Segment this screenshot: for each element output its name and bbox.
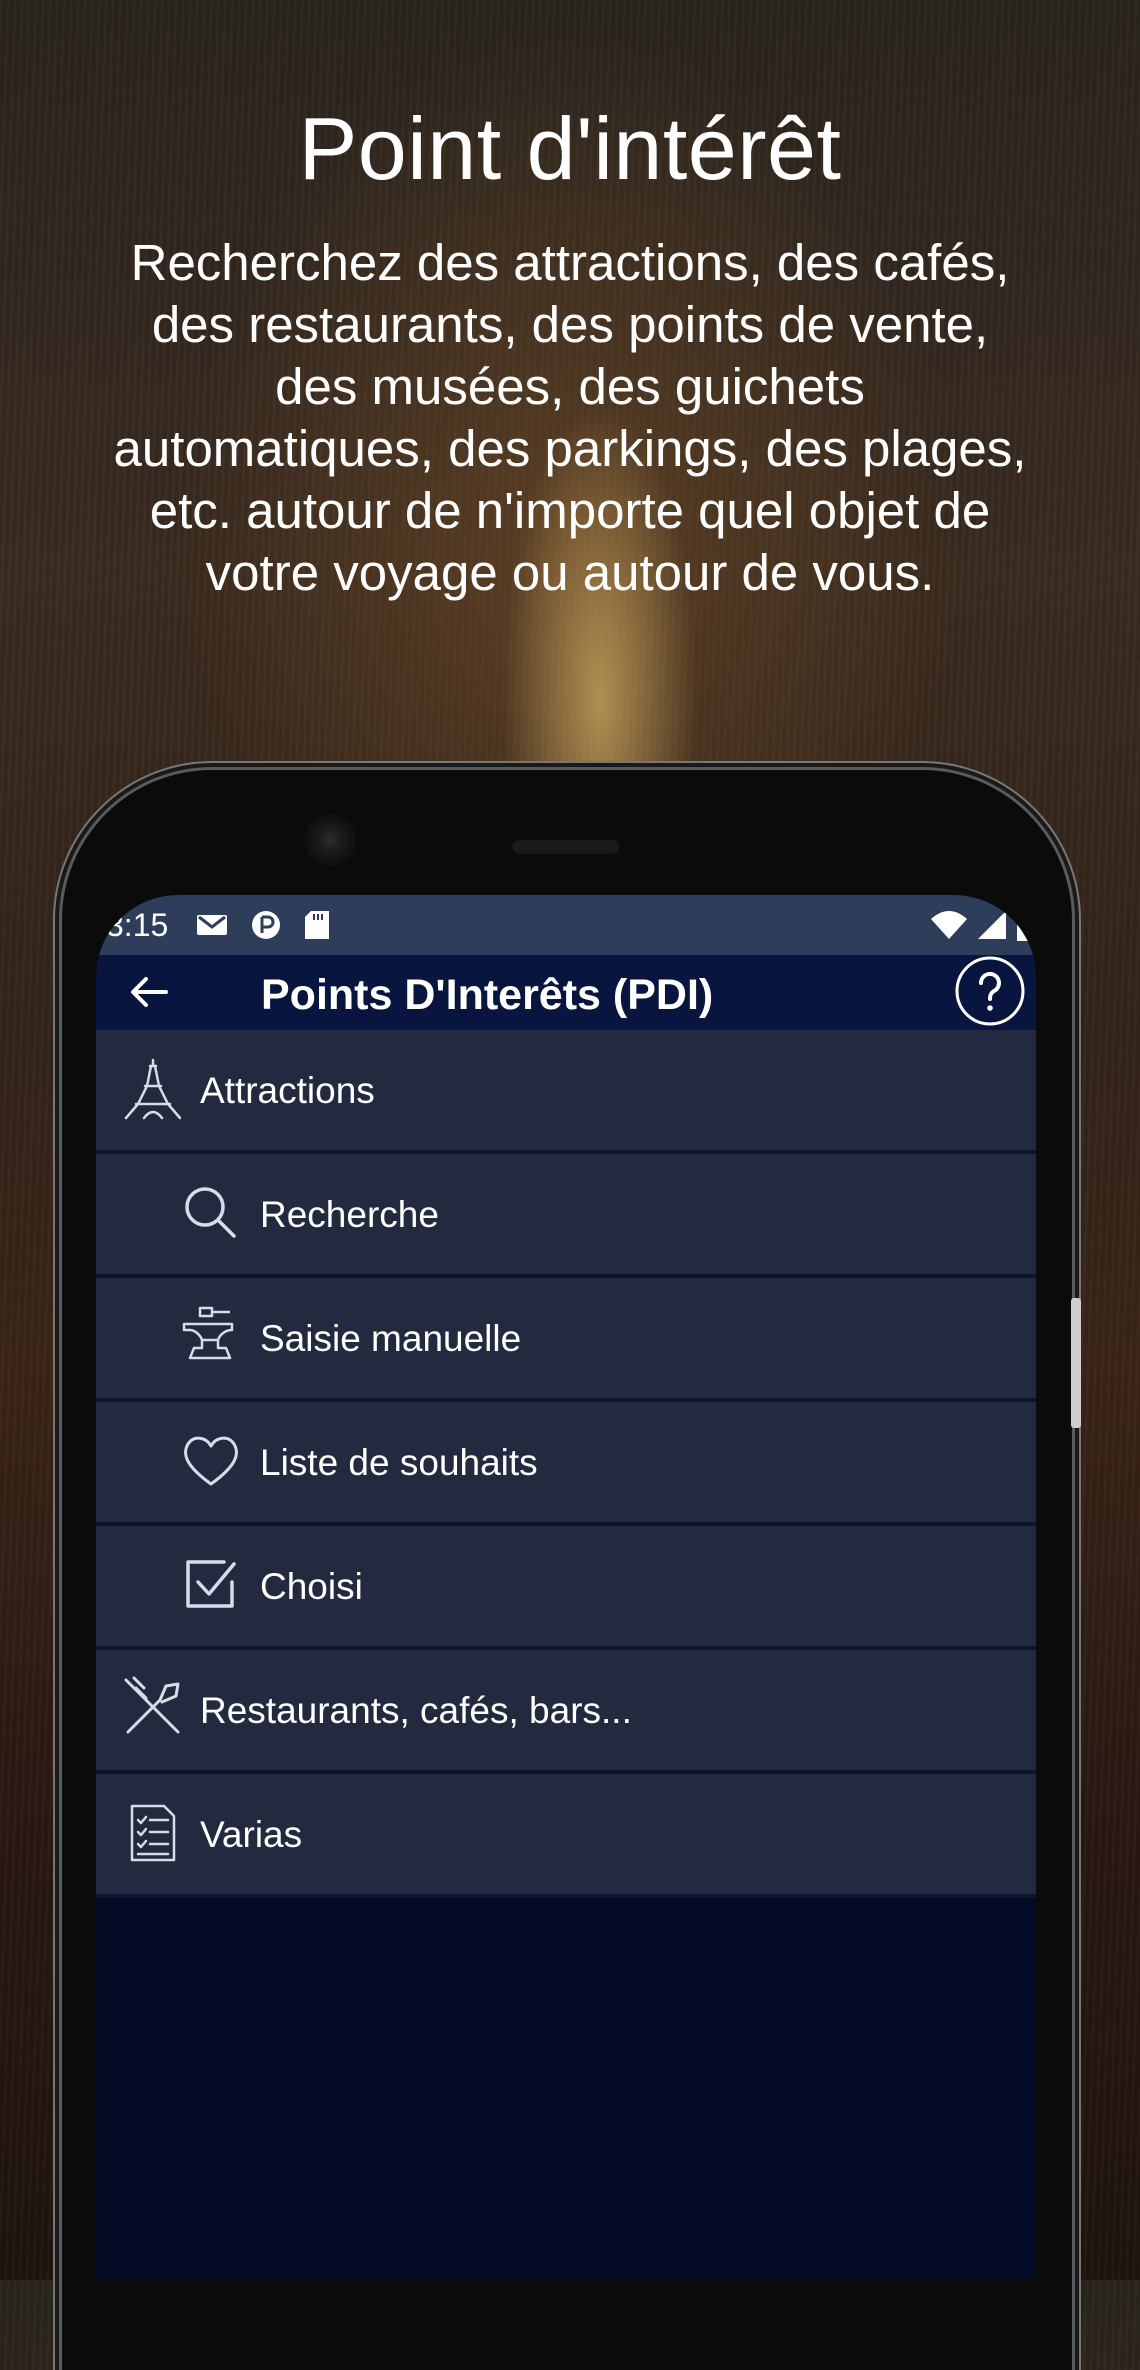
menu-item-recherche[interactable]: Recherche xyxy=(96,1154,1036,1278)
menu-item-label: Liste de souhaits xyxy=(260,1442,538,1483)
gmail-icon xyxy=(197,915,228,935)
search-icon xyxy=(185,1187,236,1238)
app-bar: Points D'Interêts (PDI) xyxy=(96,955,1036,1030)
phone-side-button xyxy=(1071,1298,1081,1428)
menu-item-label: Attractions xyxy=(200,1070,375,1111)
promo-description: Recherchez des attractions, des cafés, d… xyxy=(113,234,1027,601)
vpn-icon xyxy=(252,911,281,939)
help-icon[interactable] xyxy=(954,955,1026,1027)
signal-icon xyxy=(978,911,1006,939)
app-bar-title: Points D'Interêts (PDI) xyxy=(261,971,714,1019)
menu-item-label: Recherche xyxy=(260,1194,439,1235)
wifi-icon xyxy=(931,911,967,939)
heart-icon xyxy=(184,1436,238,1486)
menu-item-label: Choisi xyxy=(260,1566,363,1607)
menu-item-restaurants[interactable]: Restaurants, cafés, bars... xyxy=(96,1650,1036,1774)
checkbox-icon xyxy=(186,1560,236,1608)
eiffel-tower-icon xyxy=(124,1058,182,1120)
promo-title: Point d'intérêt xyxy=(298,99,842,198)
menu-item-label: Varias xyxy=(200,1814,303,1855)
checklist-icon xyxy=(130,1804,176,1862)
phone-screen: 3:15 Points D'Interêts (PDI) Attractions… xyxy=(96,895,1036,2280)
earpiece-speaker xyxy=(512,838,620,854)
status-time: 3:15 xyxy=(106,906,169,943)
menu-item-label: Restaurants, cafés, bars... xyxy=(200,1690,632,1731)
sd-card-icon xyxy=(305,911,330,939)
front-camera xyxy=(310,820,350,860)
menu-item-liste-de-souhaits[interactable]: Liste de souhaits xyxy=(96,1402,1036,1526)
status-bar: 3:15 xyxy=(96,895,1036,955)
back-arrow-icon[interactable] xyxy=(124,967,174,1017)
menu-item-choisi[interactable]: Choisi xyxy=(96,1526,1036,1650)
menu-item-saisie-manuelle[interactable]: Saisie manuelle xyxy=(96,1278,1036,1402)
poi-menu-list: Attractions Recherche Saisie manuelle Li… xyxy=(96,1030,1036,1898)
battery-icon xyxy=(1017,917,1029,941)
anvil-icon xyxy=(182,1306,234,1360)
menu-item-attractions[interactable]: Attractions xyxy=(96,1030,1036,1154)
menu-item-label: Saisie manuelle xyxy=(260,1318,522,1359)
fork-knife-icon xyxy=(124,1676,180,1734)
menu-item-varias[interactable]: Varias xyxy=(96,1774,1036,1898)
